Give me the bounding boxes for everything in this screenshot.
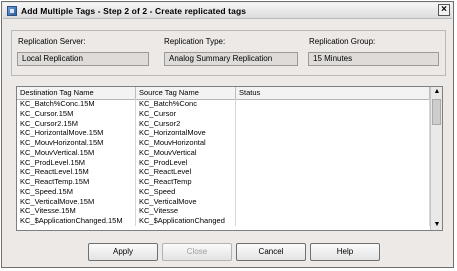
status-cell [236, 118, 430, 129]
status-cell [236, 138, 430, 148]
table-row[interactable]: KC_MouvVertical.15M KC_MouvVertical [17, 147, 430, 158]
cancel-button[interactable]: Cancel [236, 243, 306, 261]
add-multiple-tags-dialog: Add Multiple Tags - Step 2 of 2 - Create… [1, 1, 454, 268]
status-cell [236, 206, 430, 216]
status-cell [236, 128, 430, 138]
status-cell [236, 157, 430, 168]
table-row[interactable]: KC_Batch%Conc.15M KC_Batch%Conc [17, 99, 430, 109]
source-tag-cell: KC_Vitesse [136, 206, 236, 216]
app-icon [7, 5, 17, 16]
status-cell [236, 186, 430, 197]
help-button[interactable]: Help [310, 243, 380, 261]
destination-tag-cell: KC_$ApplicationChanged.15M [17, 216, 136, 226]
close-button[interactable]: Close [162, 243, 232, 261]
table-row[interactable]: KC_Vitesse.15M KC_Vitesse [17, 206, 430, 216]
replication-server-label: Replication Server: [18, 37, 86, 46]
table-row[interactable]: KC_$ApplicationChanged.15M KC_$Applicatio… [17, 216, 430, 226]
scroll-thumb[interactable] [432, 99, 441, 125]
status-cell [236, 177, 430, 187]
status-cell [236, 167, 430, 177]
status-cell [236, 99, 430, 109]
destination-tag-cell: KC_Speed.15M [17, 186, 136, 197]
title-bar: Add Multiple Tags - Step 2 of 2 - Create… [3, 3, 452, 19]
source-tag-cell: KC_$ApplicationChanged [136, 216, 236, 226]
status-cell [236, 108, 430, 119]
destination-tag-cell: KC_Vitesse.15M [17, 206, 136, 216]
table-row[interactable]: KC_Speed.15M KC_Speed [17, 186, 430, 197]
replication-type-label: Replication Type: [164, 37, 226, 46]
scroll-down-icon[interactable]: ▼ [432, 220, 442, 230]
status-cell [236, 196, 430, 207]
source-tag-cell: KC_ReactLevel [136, 167, 236, 177]
destination-tag-cell: KC_ReactLevel.15M [17, 167, 136, 177]
status-header[interactable]: Status [236, 87, 430, 99]
table-row[interactable]: KC_Cursor2.15M KC_Cursor2 [17, 118, 430, 129]
source-tag-cell: KC_HorizontalMove [136, 128, 236, 138]
source-tag-cell: KC_Speed [136, 186, 236, 197]
table-row[interactable]: KC_MouvHorizontal.15M KC_MouvHorizontal [17, 138, 430, 148]
destination-tag-cell: KC_VerticalMove.15M [17, 196, 136, 207]
source-tag-cell: KC_MouvHorizontal [136, 138, 236, 148]
source-tag-cell: KC_VerticalMove [136, 196, 236, 207]
status-cell [236, 147, 430, 158]
table-row[interactable]: KC_Cursor.15M KC_Cursor [17, 108, 430, 119]
replication-settings-group: Replication Server: Local Replication Re… [11, 30, 446, 76]
source-tag-cell: KC_Cursor2 [136, 118, 236, 129]
apply-button[interactable]: Apply [88, 243, 158, 261]
replication-server-field: Local Replication [17, 52, 149, 66]
replication-group-label: Replication Group: [309, 37, 376, 46]
source-tag-cell: KC_Batch%Conc [136, 99, 236, 109]
destination-tag-cell: KC_HorizontalMove.15M [17, 128, 136, 138]
close-icon[interactable]: × [438, 4, 450, 16]
destination-tag-cell: KC_Cursor2.15M [17, 118, 136, 129]
destination-tag-name-header[interactable]: Destination Tag Name [17, 87, 136, 99]
destination-tag-cell: KC_Batch%Conc.15M [17, 99, 136, 109]
tags-table[interactable]: Destination Tag Name Source Tag Name Sta… [16, 86, 443, 231]
source-tag-name-header[interactable]: Source Tag Name [136, 87, 236, 99]
scroll-up-icon[interactable]: ▲ [432, 87, 442, 97]
destination-tag-cell: KC_MouvHorizontal.15M [17, 138, 136, 148]
vertical-scrollbar[interactable]: ▲ ▼ [430, 87, 442, 230]
source-tag-cell: KC_ReactTemp [136, 177, 236, 187]
table-row[interactable]: KC_ReactLevel.15M KC_ReactLevel [17, 167, 430, 177]
table-row[interactable]: KC_ProdLevel.15M KC_ProdLevel [17, 157, 430, 168]
source-tag-cell: KC_ProdLevel [136, 157, 236, 168]
replication-group-field: 15 Minutes [308, 52, 439, 66]
table-row[interactable]: KC_HorizontalMove.15M KC_HorizontalMove [17, 128, 430, 138]
table-row[interactable]: KC_VerticalMove.15M KC_VerticalMove [17, 196, 430, 207]
destination-tag-cell: KC_ProdLevel.15M [17, 157, 136, 168]
table-row[interactable]: KC_ReactTemp.15M KC_ReactTemp [17, 177, 430, 187]
table-body: KC_Batch%Conc.15M KC_Batch%Conc KC_Cursor… [17, 99, 430, 226]
dialog-title: Add Multiple Tags - Step 2 of 2 - Create… [21, 5, 247, 16]
destination-tag-cell: KC_ReactTemp.15M [17, 177, 136, 187]
status-cell [236, 216, 430, 226]
destination-tag-cell: KC_MouvVertical.15M [17, 147, 136, 158]
replication-type-field: Analog Summary Replication [164, 52, 298, 66]
source-tag-cell: KC_Cursor [136, 108, 236, 119]
destination-tag-cell: KC_Cursor.15M [17, 108, 136, 119]
source-tag-cell: KC_MouvVertical [136, 147, 236, 158]
